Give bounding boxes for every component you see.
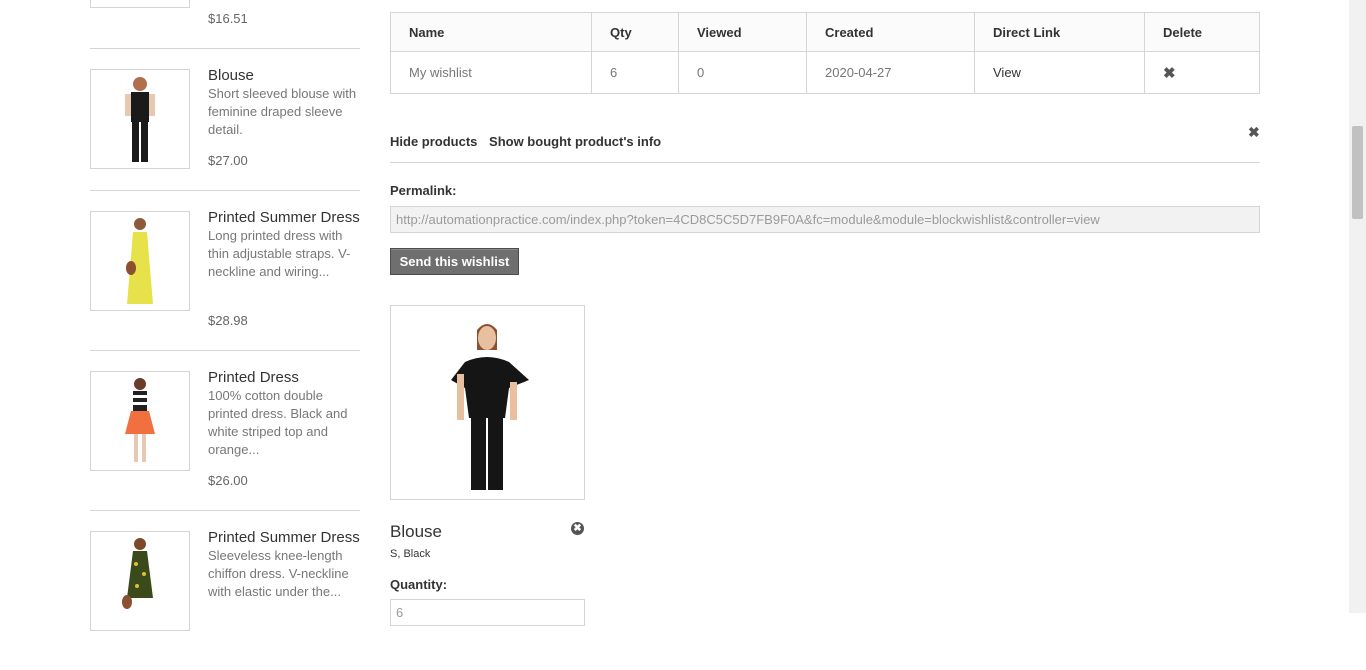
list-item: Blouse Short sleeved blouse with feminin… [90,67,360,191]
product-thumbnail[interactable] [90,211,190,311]
view-link[interactable]: View [974,51,1145,94]
product-price: $16.51 [208,11,248,26]
wishlist-viewed: 0 [678,51,807,94]
product-thumbnail[interactable] [90,69,190,169]
product-description: Long printed dress with thin adjustable … [208,228,351,279]
product-name[interactable]: Printed Summer Dress [208,529,360,547]
close-icon[interactable]: ✖ [1248,124,1260,141]
model-image [125,378,155,462]
wishlist-qty: 6 [591,51,679,94]
scrollbar[interactable] [1349,0,1366,613]
list-item: Printed Summer Dress Sleeveless knee-len… [90,529,360,670]
wishlist-actions: Hide products Show bought product's info [390,134,669,149]
list-item: Printed Dress 100% cotton double printed… [90,369,360,511]
product-price: $27.00 [208,153,248,168]
table-header-row: Name Qty Viewed Created Direct Link Dele… [390,12,1260,52]
product-name[interactable]: Blouse [208,67,360,85]
column-header-created: Created [806,12,975,52]
scrollbar-thumb[interactable] [1352,126,1363,219]
delete-icon[interactable]: ✖ [1163,65,1176,82]
model-image [122,538,153,609]
product-attributes: S, Black [390,548,431,560]
product-name[interactable]: Printed Dress [208,369,360,387]
product-price: $28.98 [208,313,248,328]
column-header-viewed: Viewed [678,12,807,52]
product-thumbnail[interactable] [90,0,190,8]
product-description: 100% cotton double printed dress. Black … [208,388,348,457]
send-wishlist-button[interactable]: Send this wishlist [390,248,519,275]
hide-products-link[interactable]: Hide products [390,134,477,149]
model-image [391,306,584,499]
model-image [126,218,153,304]
product-price: $26.00 [208,473,248,488]
remove-icon[interactable]: ✖ [571,522,584,535]
table-row: My wishlist 6 0 2020-04-27 View ✖ [390,51,1260,94]
quantity-label: Quantity: [390,577,448,592]
product-image[interactable] [390,305,585,500]
column-header-direct-link: Direct Link [974,12,1145,52]
column-header-delete: Delete [1144,12,1260,52]
column-header-name: Name [390,12,592,52]
show-bought-info-link[interactable]: Show bought product's info [489,134,661,149]
wishlist-name-link[interactable]: My wishlist [390,51,592,94]
permalink-field[interactable] [390,206,1260,233]
column-header-qty: Qty [591,12,679,52]
wishlist-table: Name Qty Viewed Created Direct Link Dele… [390,12,1260,94]
wishlist-created: 2020-04-27 [806,51,975,94]
product-name[interactable]: Printed Summer Dress [208,209,360,227]
permalink-label: Permalink: [390,183,457,198]
product-thumbnail[interactable] [90,371,190,471]
wishlist-product-name[interactable]: Blouse [390,522,442,542]
list-item: Printed Summer Dress Long printed dress … [90,209,360,351]
model-image [125,77,155,162]
product-description: Sleeveless knee-length chiffon dress. V-… [208,548,349,599]
product-thumbnail[interactable] [90,531,190,631]
product-description: Short sleeved blouse with feminine drape… [208,86,357,137]
divider [390,162,1260,163]
list-item: $16.51 [90,0,360,49]
